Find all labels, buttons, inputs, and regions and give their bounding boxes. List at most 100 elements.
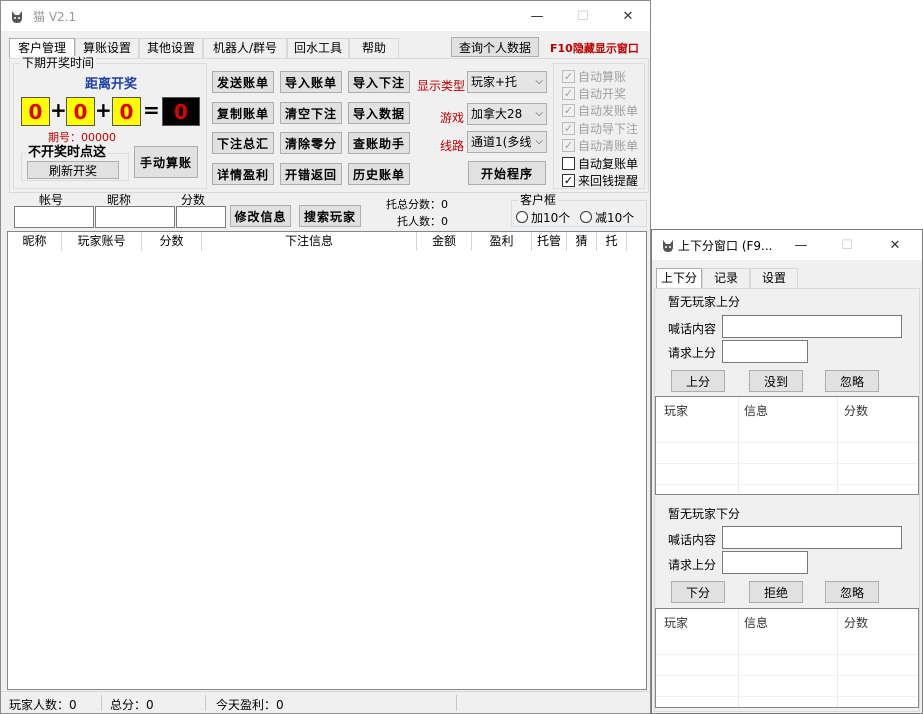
add-ten-radio[interactable]: 加10个 <box>516 209 570 225</box>
up-request-label: 请求上分 <box>668 346 717 360</box>
search-player-button[interactable]: 搜索玩家 <box>299 205 361 227</box>
col-nickname[interactable]: 昵称 <box>8 232 62 251</box>
col-tuo[interactable]: 托 <box>597 232 627 251</box>
col-info[interactable]: 信息 <box>744 614 768 631</box>
col-player[interactable]: 玩家 <box>664 402 688 419</box>
score-titlebar[interactable]: 上下分窗口 (F9... — ☐ ✕ <box>652 230 922 260</box>
import-data-button[interactable]: 导入数据 <box>348 102 410 124</box>
col-profit[interactable]: 盈利 <box>472 232 532 251</box>
status-separator <box>456 695 457 711</box>
route-select[interactable]: 通道1(多线 ⌵ <box>467 131 547 153</box>
main-titlebar[interactable]: 猫 V2.1 — ☐ ✕ <box>1 1 650 31</box>
tab-records[interactable]: 记录 <box>702 268 750 288</box>
down-score-button[interactable]: 下分 <box>671 581 725 603</box>
score-window-title: 上下分窗口 (F9... <box>678 239 773 253</box>
col-bet-info[interactable]: 下注信息 <box>202 232 417 251</box>
route-label: 线路 <box>440 139 465 153</box>
no-draw-legend: 不开奖时点这 <box>26 145 109 160</box>
equals-sign: = <box>143 98 160 122</box>
col-score[interactable]: 分数 <box>844 614 868 631</box>
player-count: 玩家人数：0 <box>9 698 77 712</box>
row-divider <box>656 442 918 443</box>
player-grid[interactable]: 昵称 玩家账号 分数 下注信息 金额 盈利 托管 猜 托 <box>7 231 647 690</box>
manual-billing-button[interactable]: 手动算账 <box>134 146 198 178</box>
game-select[interactable]: 加拿大28 ⌵ <box>467 103 547 125</box>
nickname-input[interactable] <box>95 206 175 228</box>
status-separator <box>205 695 206 711</box>
tab-rebate-tools[interactable]: 回水工具 <box>287 38 349 58</box>
tab-robot-group[interactable]: 机器人/群号 <box>203 38 287 58</box>
close-icon[interactable]: ✕ <box>872 230 918 260</box>
col-player-account[interactable]: 玩家账号 <box>62 232 142 251</box>
not-arrived-button[interactable]: 没到 <box>749 370 803 392</box>
tab-billing-settings[interactable]: 算账设置 <box>75 38 139 58</box>
status-bar: 玩家人数：0 总分：0 今天盈利：0 <box>1 691 650 713</box>
tab-settings[interactable]: 设置 <box>750 268 798 288</box>
down-shout-label: 喊话内容 <box>668 533 717 547</box>
send-bill-button[interactable]: 发送账单 <box>212 71 274 93</box>
col-player[interactable]: 玩家 <box>664 614 688 631</box>
down-ignore-button[interactable]: 忽略 <box>825 581 879 603</box>
money-reminder-checkbox[interactable]: ✓ 来回钱提醒 <box>562 172 638 188</box>
up-request-list[interactable]: 玩家 信息 分数 <box>655 396 919 495</box>
refresh-draw-button[interactable]: 刷新开奖 <box>27 161 119 179</box>
cat-icon <box>663 240 673 252</box>
tab-up-down[interactable]: 上下分 <box>656 268 702 289</box>
tab-other-settings[interactable]: 其他设置 <box>139 38 203 58</box>
checkbox-label: 自动清账单 <box>578 138 639 153</box>
tuo-count: 托人数：0 <box>397 215 448 228</box>
col-score[interactable]: 分数 <box>844 402 868 419</box>
display-type-select[interactable]: 玩家+托 ⌵ <box>467 71 547 93</box>
display-type-label: 显示类型 <box>417 79 466 93</box>
bill-helper-button[interactable]: 查账助手 <box>348 132 410 154</box>
copy-bill-button[interactable]: 复制账单 <box>212 102 274 124</box>
edit-info-button[interactable]: 修改信息 <box>230 205 291 227</box>
checkbox-label: 自动开奖 <box>578 86 627 101</box>
open-error-return-button[interactable]: 开错返回 <box>280 163 342 185</box>
up-request-input[interactable] <box>722 340 808 363</box>
checkbox-label: 自动发账单 <box>578 103 639 118</box>
col-custody[interactable]: 托管 <box>532 232 567 251</box>
profit-detail-button[interactable]: 详情盈利 <box>212 163 274 185</box>
up-score-button[interactable]: 上分 <box>671 370 725 392</box>
tab-help[interactable]: 帮助 <box>349 38 399 58</box>
close-icon[interactable]: ✕ <box>605 1 651 31</box>
col-info[interactable]: 信息 <box>744 402 768 419</box>
history-bill-button[interactable]: 历史账单 <box>348 163 410 185</box>
up-shout-label: 喊话内容 <box>668 322 717 336</box>
column-divider <box>738 397 739 494</box>
column-divider <box>837 609 838 707</box>
minimize-icon[interactable]: — <box>514 1 560 31</box>
down-request-list[interactable]: 玩家 信息 分数 <box>655 608 919 708</box>
sub-ten-radio[interactable]: 减10个 <box>580 209 634 225</box>
display-type-value: 玩家+托 <box>471 75 518 89</box>
game-value: 加拿大28 <box>471 107 523 121</box>
status-separator <box>101 695 102 711</box>
up-ignore-button[interactable]: 忽略 <box>825 370 879 392</box>
col-score[interactable]: 分数 <box>142 232 202 251</box>
no-up-heading: 暂无玩家上分 <box>668 295 741 309</box>
game-label: 游戏 <box>440 111 465 125</box>
query-personal-data-button[interactable]: 查询个人数据 <box>451 37 539 57</box>
import-bill-button[interactable]: 导入账单 <box>280 71 342 93</box>
col-guess[interactable]: 猜 <box>567 232 597 251</box>
bet-summary-button[interactable]: 下注总汇 <box>212 132 274 154</box>
up-shout-input[interactable] <box>722 315 902 338</box>
down-request-input[interactable] <box>722 551 808 574</box>
auto-import-bet-checkbox: ✓ 自动导下注 <box>562 120 638 136</box>
draw-digit-2: 0 <box>66 97 95 126</box>
clear-bet-button[interactable]: 清空下注 <box>280 102 342 124</box>
score-input[interactable] <box>176 206 226 228</box>
col-amount[interactable]: 金额 <box>417 232 472 251</box>
reject-button[interactable]: 拒绝 <box>749 581 803 603</box>
down-shout-input[interactable] <box>722 526 902 549</box>
minimize-icon[interactable]: — <box>778 230 824 260</box>
import-bet-button[interactable]: 导入下注 <box>348 71 410 93</box>
start-program-button[interactable]: 开始程序 <box>468 161 546 185</box>
draw-result: 0 <box>162 97 200 126</box>
period-number: 期号：00000 <box>48 131 116 144</box>
auto-copy-bill-checkbox[interactable]: 自动复账单 <box>562 155 638 171</box>
account-input[interactable] <box>14 206 94 228</box>
checkbox-box: ✓ <box>562 69 575 83</box>
clear-zero-button[interactable]: 清除零分 <box>280 132 342 154</box>
